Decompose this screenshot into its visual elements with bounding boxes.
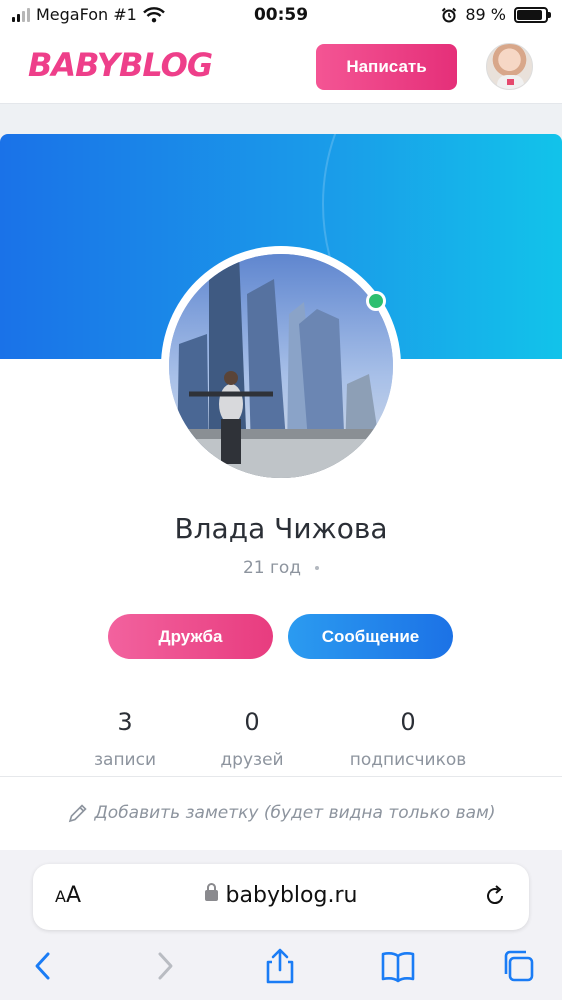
friend-button[interactable]: Дружба <box>108 614 273 659</box>
stat-label: друзей <box>220 750 284 770</box>
pencil-icon <box>68 804 87 823</box>
battery-percent: 89 % <box>465 5 506 24</box>
browser-toolbar <box>0 948 562 988</box>
write-button[interactable]: Написать <box>316 44 457 90</box>
site-header: BABYBLOG Написать <box>0 32 562 104</box>
browser-chrome: AA babyblog.ru <box>0 850 562 1000</box>
stat-friends[interactable]: 0 друзей <box>207 708 297 770</box>
stat-value: 0 <box>244 708 260 736</box>
add-note-link[interactable]: Добавить заметку (будет видна только вам… <box>0 802 562 824</box>
tabs-icon[interactable] <box>500 948 536 984</box>
url-display[interactable]: babyblog.ru <box>33 883 529 908</box>
online-indicator <box>366 291 386 311</box>
back-icon[interactable] <box>26 948 62 984</box>
add-note-text: Добавить заметку (будет видна только вам… <box>94 803 496 823</box>
stat-value: 0 <box>400 708 416 736</box>
stat-label: подписчиков <box>349 750 467 770</box>
stat-value: 3 <box>117 708 133 736</box>
user-avatar[interactable] <box>486 43 533 90</box>
lock-icon <box>204 883 218 901</box>
babyblog-logo[interactable]: BABYBLOG <box>28 46 213 84</box>
alarm-icon <box>442 7 457 22</box>
battery-icon <box>514 6 551 23</box>
battery-level <box>517 9 542 20</box>
profile-stats: 3 записи 0 друзей 0 подписчиков <box>0 708 562 778</box>
share-icon[interactable] <box>262 948 298 984</box>
profile-age: 21 год <box>242 558 302 578</box>
bookmarks-icon[interactable] <box>380 948 416 984</box>
reload-icon[interactable] <box>483 884 507 908</box>
forward-icon[interactable] <box>146 948 182 984</box>
profile-avatar[interactable] <box>161 246 401 486</box>
separator-dot <box>315 566 320 570</box>
profile-age-row: 21 год <box>0 558 562 578</box>
profile-name: Влада Чижова <box>174 512 388 545</box>
status-bar-right: 89 % <box>441 5 551 24</box>
address-bar[interactable]: AA babyblog.ru <box>33 864 529 930</box>
skyscrapers-photo <box>169 254 393 478</box>
stat-posts[interactable]: 3 записи <box>80 708 170 770</box>
url-text: babyblog.ru <box>225 883 358 908</box>
profile-card: Влада Чижова 21 год Дружба Сообщение 3 з… <box>0 134 562 854</box>
stat-label: записи <box>93 750 156 770</box>
profile-photo <box>169 254 393 478</box>
divider <box>0 776 562 777</box>
status-bar: MegaFon #1 00:59 89 % <box>0 0 562 32</box>
message-button[interactable]: Сообщение <box>288 614 453 659</box>
stat-subscribers[interactable]: 0 подписчиков <box>338 708 478 770</box>
avatar-shirt-print <box>507 79 514 85</box>
